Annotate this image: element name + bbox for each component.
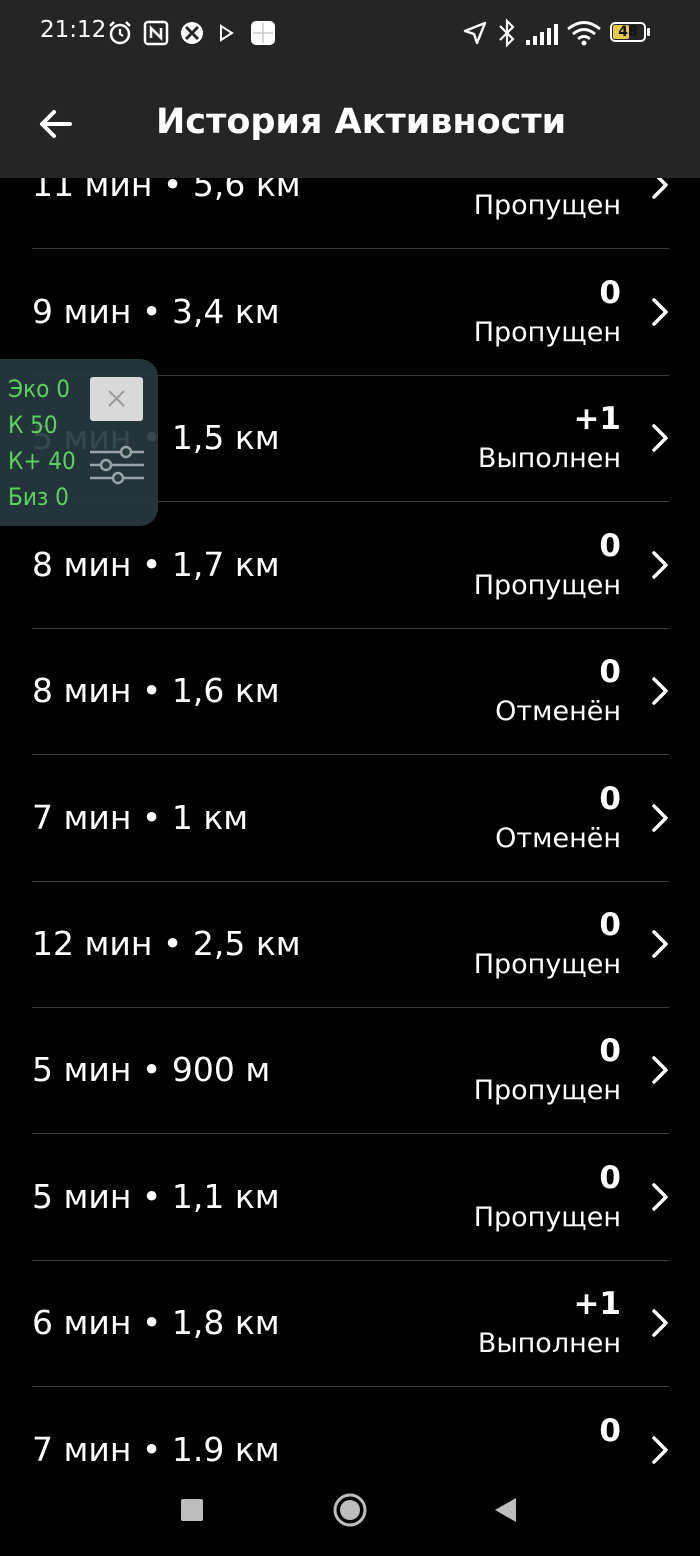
- widget-line-comfort: К 50: [8, 411, 58, 439]
- chevron-right-icon: [652, 551, 668, 579]
- location-icon: [463, 21, 487, 45]
- points-value: 0: [599, 1413, 621, 1449]
- activity-row[interactable]: 7 мин • 1 км 0 Отменён: [32, 755, 669, 882]
- battery-level: 48: [618, 24, 638, 40]
- square-app-icon: [251, 21, 275, 45]
- activity-row[interactable]: 5 мин • 1,1 км 0 Пропущен: [32, 1134, 669, 1261]
- chevron-right-icon: [652, 1309, 668, 1337]
- chevron-right-icon: [652, 930, 668, 958]
- activity-row[interactable]: 5 мин • 900 м 0 Пропущен: [32, 1007, 669, 1134]
- trip-status: Пропущен: [473, 317, 621, 348]
- widget-line-comfort-plus: К+ 40: [8, 447, 76, 475]
- activity-row[interactable]: 6 мин • 1,8 км +1 Выполнен: [32, 1260, 669, 1387]
- points-value: 0: [599, 1033, 621, 1069]
- clock: 21:12: [40, 17, 107, 43]
- back-button-icon[interactable]: [492, 1496, 518, 1524]
- points-value: 0: [599, 781, 621, 817]
- app-bar: История Активности: [0, 54, 700, 178]
- trip-status: Пропущен: [473, 1202, 621, 1233]
- chevron-right-icon: [652, 1183, 668, 1211]
- trip-summary: 8 мин • 1,6 км: [32, 671, 280, 710]
- trip-status: Пропущен: [473, 1075, 621, 1106]
- page-title: История Активности: [156, 102, 567, 142]
- app-icon: [181, 22, 203, 44]
- trip-status: Пропущен: [473, 190, 621, 221]
- points-value: 0: [599, 1160, 621, 1196]
- chevron-right-icon: [652, 804, 668, 832]
- points-value: 0: [599, 907, 621, 943]
- chevron-right-icon: [652, 1056, 668, 1084]
- nfc-icon: [143, 20, 169, 46]
- home-button-icon[interactable]: [332, 1492, 368, 1528]
- floating-widget[interactable]: Эко 0 К 50 К+ 40 Биз 0: [0, 359, 158, 526]
- navigation-bar: [0, 1464, 700, 1556]
- trip-status: Выполнен: [477, 1328, 621, 1359]
- points-value: 0: [599, 654, 621, 690]
- activity-row[interactable]: 9 мин • 3,4 км 0 Пропущен: [32, 249, 669, 376]
- trip-status: Выполнен: [477, 443, 621, 474]
- signal-icon: [526, 24, 558, 45]
- chevron-right-icon: [652, 677, 668, 705]
- trip-summary: 5 мин • 900 м: [32, 1050, 271, 1089]
- widget-line-business: Биз 0: [8, 483, 69, 511]
- battery-icon: 48: [610, 22, 650, 44]
- sliders-icon[interactable]: [88, 445, 146, 485]
- back-arrow-icon[interactable]: [36, 104, 76, 144]
- trip-summary: 5 мин • 1,1 км: [32, 1177, 280, 1216]
- chevron-right-icon: [652, 1436, 668, 1464]
- activity-row[interactable]: 8 мин • 1,6 км 0 Отменён: [32, 628, 669, 755]
- chevron-right-icon: [652, 424, 668, 452]
- wifi-icon: [567, 21, 601, 46]
- widget-line-eco: Эко 0: [8, 375, 70, 403]
- trip-summary: 7 мин • 1 км: [32, 798, 249, 837]
- play-icon: [220, 24, 234, 42]
- trip-summary: 9 мин • 3,4 км: [32, 292, 280, 331]
- alarm-icon: [109, 21, 131, 45]
- status-bar: 21:12 48: [0, 0, 700, 54]
- points-value: +1: [573, 1286, 621, 1322]
- chevron-right-icon: [652, 298, 668, 326]
- recents-button-icon[interactable]: [180, 1498, 204, 1522]
- points-value: +1: [573, 401, 621, 437]
- trip-summary: 6 мин • 1,8 км: [32, 1303, 280, 1342]
- points-value: 0: [599, 275, 621, 311]
- bluetooth-icon: [499, 18, 515, 48]
- close-icon: [108, 390, 125, 407]
- trip-status: Пропущен: [473, 949, 621, 980]
- widget-close-button[interactable]: [90, 377, 143, 421]
- trip-summary: 12 мин • 2,5 км: [32, 924, 301, 963]
- trip-status: Пропущен: [473, 570, 621, 601]
- activity-row[interactable]: 12 мин • 2,5 км 0 Пропущен: [32, 881, 669, 1008]
- points-value: 0: [599, 528, 621, 564]
- trip-status: Отменён: [495, 823, 621, 854]
- trip-status: Отменён: [495, 696, 621, 727]
